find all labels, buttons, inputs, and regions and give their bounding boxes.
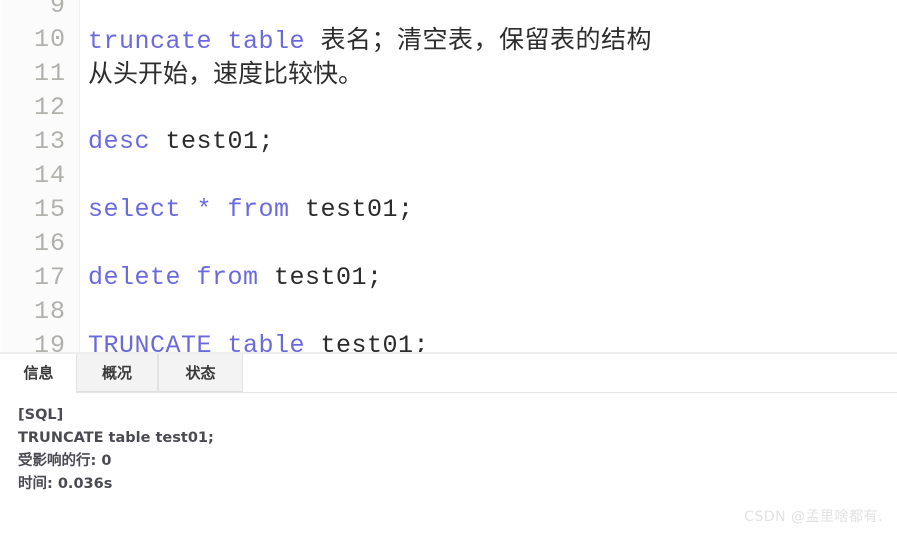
code-line-text: truncate table 表名；清空表，保留表的结构 xyxy=(88,23,652,59)
code-token-plain: test01; xyxy=(274,263,383,292)
code-token-plain: test01; xyxy=(305,195,414,224)
line-number: 11 xyxy=(33,59,66,88)
line-number: 9 xyxy=(49,0,66,20)
line-number: 13 xyxy=(33,127,66,156)
code-token-cjk: 表名；清空表，保留表的结构 xyxy=(320,25,653,54)
code-lines-container[interactable]: 9 10 truncate table 表名；清空表，保留表的结构 11 从头开始，速度… xyxy=(0,0,897,353)
csdn-watermark: CSDN @孟里啥都有. xyxy=(744,509,883,525)
result-tab-bar: 概况 状态 信息 xyxy=(0,354,897,392)
result-line: TRUNCATE table test01; xyxy=(18,430,214,446)
code-token-keyword: select * from xyxy=(88,195,306,224)
tab-status[interactable]: 状态 xyxy=(158,354,243,392)
result-line: [SQL] xyxy=(18,407,64,423)
code-token-keyword: desc xyxy=(88,127,166,156)
sql-client-window: 9 10 truncate table 表名；清空表，保留表的结构 11 从头开始，速度… xyxy=(0,0,897,538)
code-line[interactable]: 11 从头开始，速度比较快。 xyxy=(0,57,897,91)
code-line[interactable]: 19 TRUNCATE table test01; xyxy=(0,329,897,353)
code-token-plain: test01; xyxy=(165,127,275,156)
code-line[interactable]: 15 select * from test01; xyxy=(0,193,897,227)
code-line[interactable]: 16 xyxy=(0,227,897,261)
code-token-keyword: truncate table xyxy=(88,27,321,56)
code-line-text: delete from test01; xyxy=(88,261,383,295)
line-number: 12 xyxy=(33,93,66,122)
tab-info[interactable]: 信息 xyxy=(0,354,76,392)
line-number: 10 xyxy=(33,25,66,54)
code-line-text: desc test01; xyxy=(88,125,274,159)
code-line[interactable]: 18 xyxy=(0,295,897,329)
line-number: 15 xyxy=(33,195,66,224)
code-line[interactable]: 17 delete from test01; xyxy=(0,261,897,295)
tab-info-label: 信息 xyxy=(23,364,54,382)
tab-status-label: 状态 xyxy=(185,364,216,382)
line-number: 18 xyxy=(33,297,66,326)
code-line[interactable]: 10 truncate table 表名；清空表，保留表的结构 xyxy=(0,23,897,57)
code-token-keyword: TRUNCATE table xyxy=(88,331,321,353)
code-line-partial: 9 xyxy=(0,0,897,23)
code-line[interactable]: 12 xyxy=(0,91,897,125)
code-line[interactable]: 13 desc test01; xyxy=(0,125,897,159)
line-number: 19 xyxy=(33,331,66,353)
code-line-text: 从头开始，速度比较快。 xyxy=(88,57,363,91)
tab-overview[interactable]: 概况 xyxy=(76,354,158,392)
code-line-text: select * from test01; xyxy=(88,193,414,227)
code-token-plain: test01; xyxy=(320,331,430,353)
result-output-text: [SQL] TRUNCATE table test01; 受影响的行: 0 时间: 0… xyxy=(18,404,214,496)
line-number: 17 xyxy=(33,263,66,292)
code-line[interactable]: 14 xyxy=(0,159,897,193)
tab-overview-label: 概况 xyxy=(101,364,132,382)
code-token-cjk: 从头开始，速度比较快。 xyxy=(88,59,364,88)
result-line: 时间: 0.036s xyxy=(18,476,113,492)
line-number: 16 xyxy=(33,229,66,258)
sql-editor[interactable]: 9 10 truncate table 表名；清空表，保留表的结构 11 从头开始，速度… xyxy=(0,0,897,353)
result-line: 受影响的行: 0 xyxy=(18,453,112,469)
line-number: 14 xyxy=(33,161,66,190)
code-token-keyword: delete from xyxy=(88,263,275,292)
code-line-text: TRUNCATE table test01; xyxy=(88,329,429,353)
